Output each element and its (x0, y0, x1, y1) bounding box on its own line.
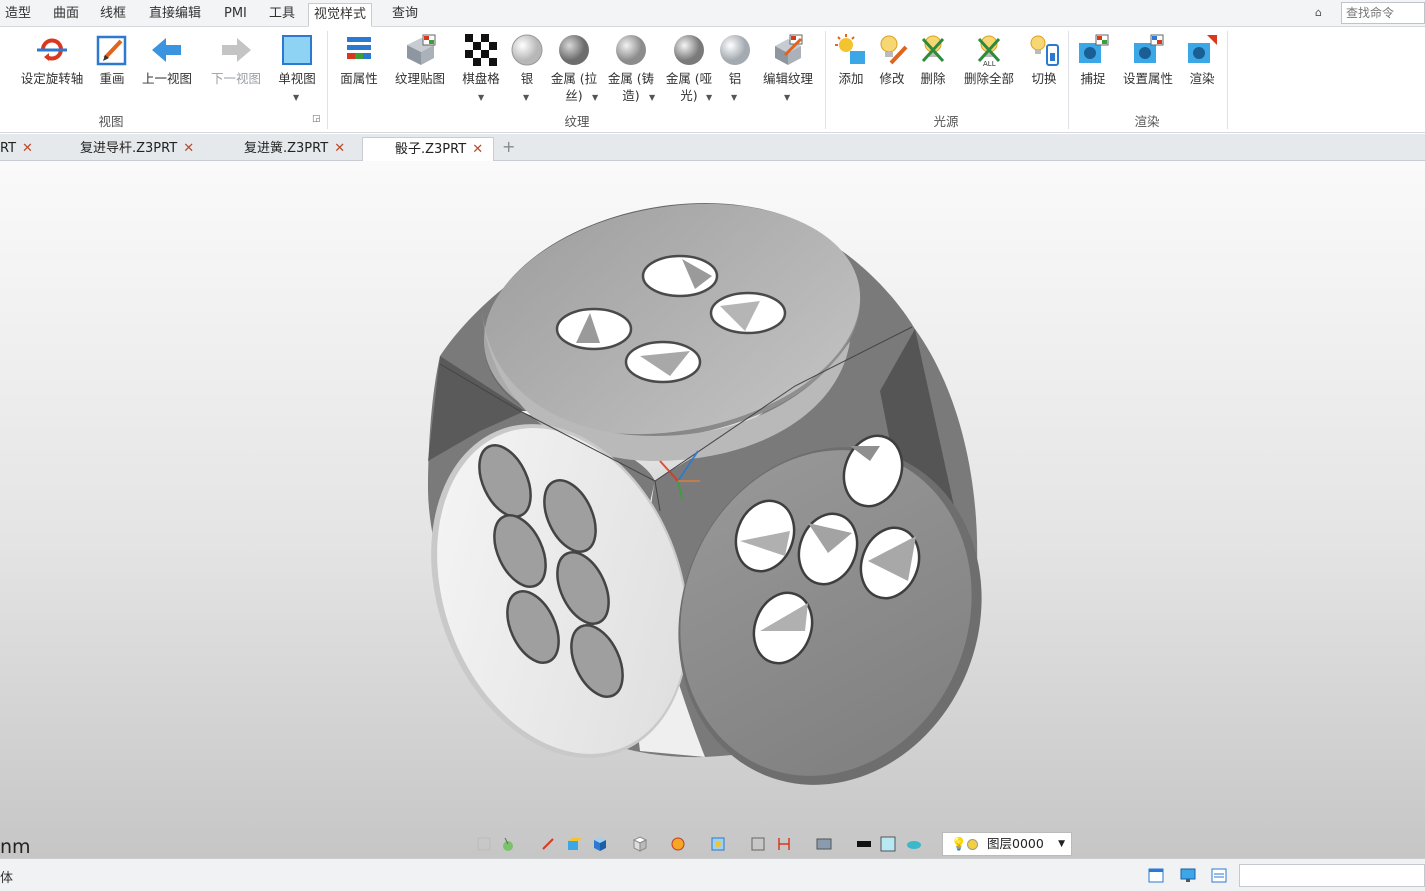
3d-viewport[interactable]: nm 💡 图层0000 ▼ (0, 161, 1425, 858)
close-icon[interactable]: ✕ (334, 141, 345, 156)
unit-label: nm (0, 836, 31, 858)
layer-select[interactable]: 💡 图层0000 ▼ (942, 832, 1072, 856)
document-tab[interactable]: RT ✕ (0, 137, 43, 161)
close-icon[interactable]: ✕ (22, 141, 33, 156)
tab-surface[interactable]: 曲面 (48, 3, 84, 27)
tab-direct-edit[interactable]: 直接编辑 (144, 3, 206, 27)
silver-dropdown-icon[interactable]: ▼ (523, 93, 529, 102)
color-cyan-icon[interactable] (880, 836, 896, 852)
close-icon[interactable]: ✕ (183, 141, 194, 156)
view-group-label: 视图 (98, 114, 124, 129)
tab-query[interactable]: 查询 (387, 3, 423, 27)
arrow-right-icon (222, 38, 251, 62)
render-icon (1188, 35, 1217, 63)
ribbon: 设定旋转轴 重画 上一视图 下一视图 单视图 ▼ 视图 ◲ 面属性 纹理贴图 棋… (0, 27, 1425, 133)
arrow-left-icon (152, 38, 181, 62)
group-divider (1227, 31, 1228, 129)
shaded-box-icon[interactable] (566, 836, 582, 852)
aluminum-sphere-icon (720, 35, 750, 65)
delete-light-icon (921, 35, 945, 63)
rotation-axis-icon (37, 38, 67, 61)
tab-tools[interactable]: 工具 (264, 3, 300, 27)
render-group-label: 渲染 (1134, 114, 1160, 129)
window-icon[interactable] (1148, 868, 1164, 883)
modify-light-icon (880, 35, 908, 65)
status-bar: 体 (0, 858, 1425, 891)
capture-camera-icon (1079, 34, 1109, 63)
lightbulb-icon: 💡 (951, 836, 967, 851)
metal-cast-dropdown-icon[interactable]: ▼ (649, 93, 655, 102)
display-icon[interactable] (816, 836, 832, 852)
metal-matte-dropdown-icon[interactable]: ▼ (706, 93, 712, 102)
aluminum-dropdown-icon[interactable]: ▼ (731, 93, 737, 102)
new-tab-button[interactable]: + (502, 137, 515, 156)
checkerboard-icon (465, 34, 497, 66)
tab-wireframe[interactable]: 线框 (95, 3, 131, 27)
close-icon[interactable]: ✕ (472, 142, 483, 157)
cube-view-icon[interactable] (592, 836, 608, 852)
toggle-light-icon (1030, 35, 1059, 66)
single-view-dropdown-icon[interactable]: ▼ (293, 93, 299, 102)
document-tab[interactable]: 复进簧.Z3PRT ✕ (244, 137, 345, 161)
svg-text:ALL: ALL (983, 60, 996, 67)
checkerboard-dropdown-icon[interactable]: ▼ (478, 93, 484, 102)
face-attribute-icon (347, 37, 371, 59)
pencil-icon[interactable] (540, 836, 556, 852)
view-toolbar: 💡 图层0000 ▼ (470, 832, 1080, 856)
monitor-icon[interactable] (1180, 868, 1196, 883)
measure-icon[interactable] (776, 836, 792, 852)
dice-model[interactable] (0, 161, 1425, 858)
dialog-launcher-icon[interactable]: ◲ (312, 114, 321, 124)
menu-bar: 造型 曲面 线框 直接编辑 PMI 工具 视觉样式 查询 ⌂ (0, 0, 1425, 27)
chevron-down-icon: ▼ (1058, 839, 1065, 849)
zoom-window-icon[interactable] (750, 836, 766, 852)
render-properties-icon (1134, 34, 1164, 63)
layer-color-icon (967, 839, 978, 850)
silver-sphere-icon (511, 34, 543, 66)
render-mode-icon[interactable] (670, 836, 686, 852)
redraw-icon (96, 35, 127, 66)
select-filter-icon[interactable] (476, 836, 492, 852)
group-divider (327, 31, 328, 129)
metal-brushed-dropdown-icon[interactable]: ▼ (592, 93, 598, 102)
tab-modeling[interactable]: 造型 (0, 3, 36, 27)
status-text: 体 (0, 871, 14, 886)
tab-visual-style[interactable]: 视觉样式 (308, 3, 373, 27)
color-black-icon[interactable] (856, 836, 872, 852)
collapse-ribbon-icon[interactable]: ⌂ (1315, 6, 1322, 19)
light-group-label: 光源 (933, 114, 959, 129)
command-search-input[interactable] (1341, 2, 1425, 24)
status-input[interactable] (1239, 864, 1425, 887)
add-light-icon (835, 34, 865, 64)
iso-cube-icon[interactable] (632, 836, 648, 852)
document-tab-active[interactable]: 骰子.Z3PRT ✕ (362, 137, 494, 161)
edit-texture-icon (775, 34, 803, 65)
matte-metal-sphere-icon (674, 35, 704, 65)
document-tab[interactable]: 复进导杆.Z3PRT ✕ (80, 137, 194, 161)
single-view-icon (282, 35, 312, 65)
texture-group-label: 纹理 (564, 114, 590, 129)
brushed-metal-sphere-icon (559, 35, 589, 65)
delete-all-lights-icon: ALL (977, 35, 1001, 67)
section-view-icon[interactable] (710, 836, 726, 852)
layer-style-icon[interactable] (906, 836, 922, 852)
document-tab-bar: RT ✕ 复进导杆.Z3PRT ✕ 复进簧.Z3PRT ✕ 骰子.Z3PRT ✕ (0, 134, 1425, 161)
edit-texture-dropdown-icon[interactable]: ▼ (784, 93, 790, 102)
panel-icon[interactable] (1211, 868, 1227, 883)
texture-map-icon (407, 34, 436, 65)
single-view-button[interactable]: 单视图 (274, 27, 320, 127)
tab-pmi[interactable]: PMI (219, 3, 252, 27)
pick-icon[interactable] (500, 836, 516, 852)
cast-metal-sphere-icon (616, 35, 646, 65)
